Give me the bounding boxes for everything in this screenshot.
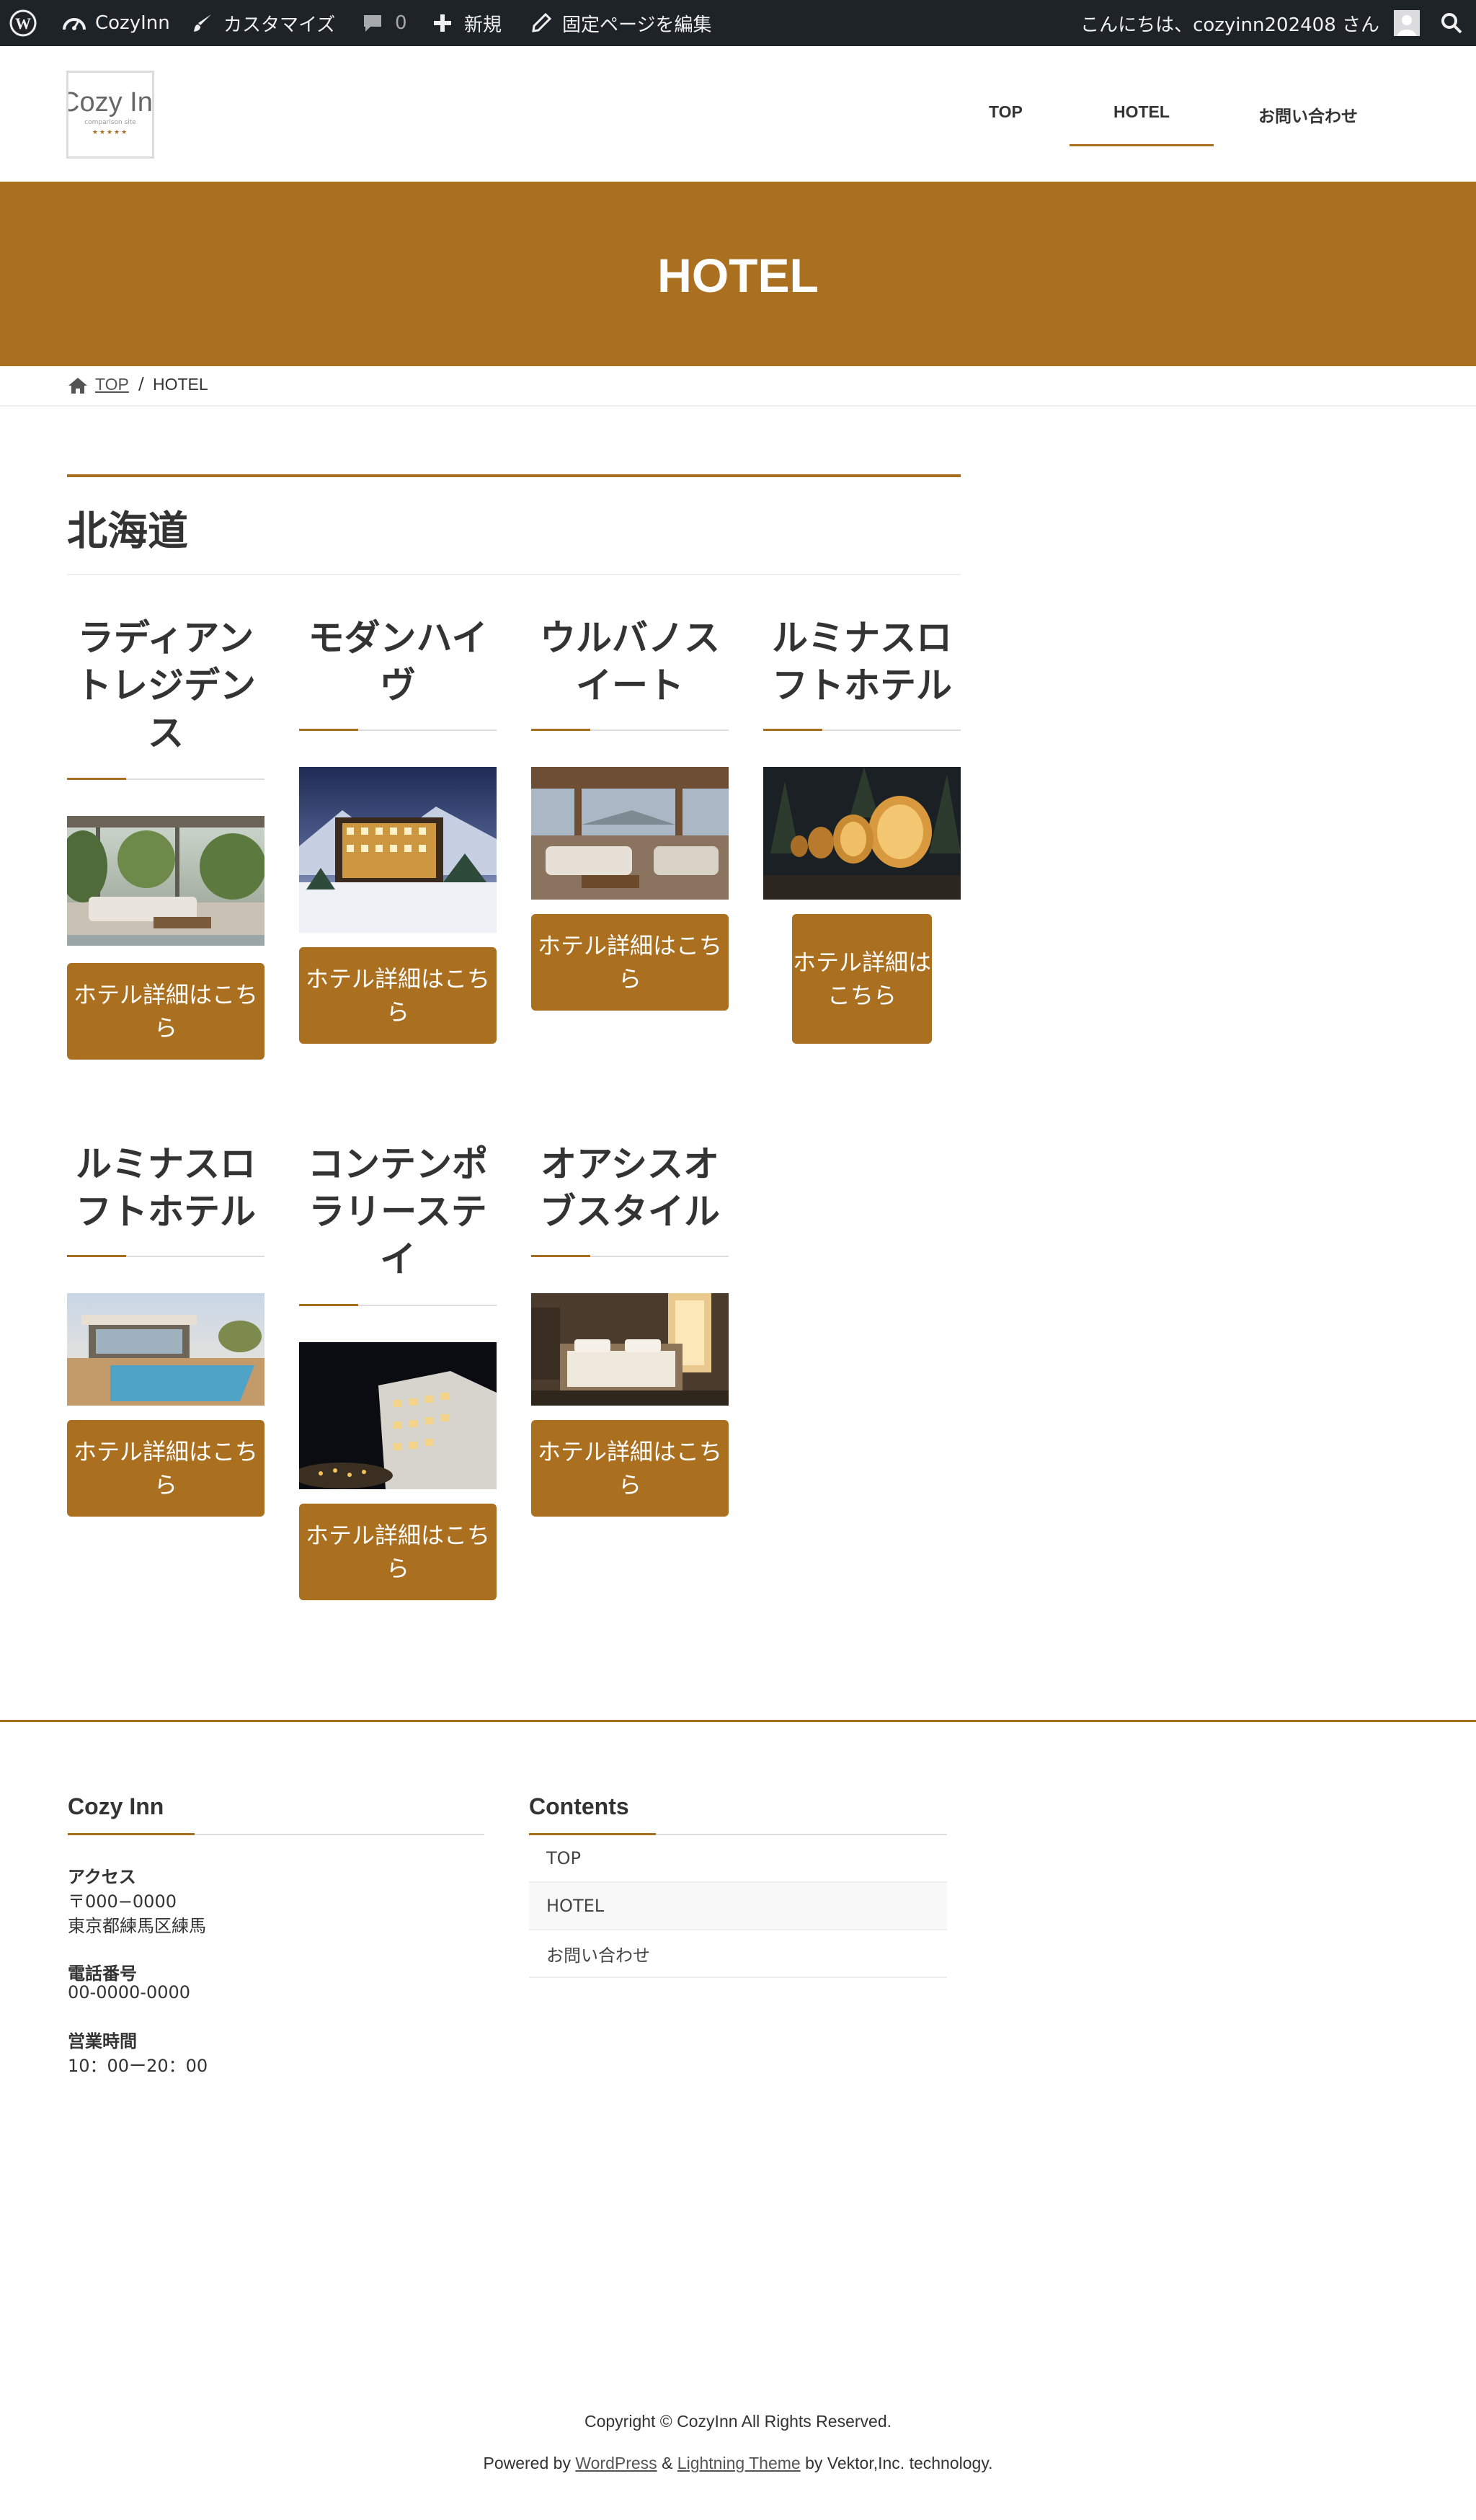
- account-greeting[interactable]: こんにちは、cozyinn202408 さん: [1080, 0, 1379, 46]
- footer-menu-item-contact[interactable]: お問い合わせ: [529, 1930, 947, 1978]
- dashboard-icon: [63, 18, 86, 30]
- customize-label: カスタマイズ: [223, 14, 336, 36]
- powered-amp: &: [662, 2454, 673, 2472]
- powered-by: Powered by WordPress & Lightning Theme b…: [0, 2454, 1476, 2473]
- svg-text:W: W: [15, 14, 31, 32]
- hotel-title-accent: [299, 1304, 358, 1306]
- hotel-image: [299, 1342, 497, 1489]
- hotel-image: [763, 767, 961, 900]
- breadcrumb-separator: /: [138, 375, 144, 394]
- page-title: HOTEL: [657, 249, 819, 302]
- section-title: 北海道: [67, 508, 188, 555]
- hotel-title-accent: [67, 1255, 126, 1257]
- logo-text: Cozy Inn: [68, 87, 153, 117]
- hotel-detail-button[interactable]: ホテル詳細はこちら: [531, 1420, 729, 1517]
- new-content-label: 新規: [464, 14, 502, 36]
- hotel-name: ルミナスロフトホテル: [772, 617, 952, 706]
- site-name-label: CozyInn: [95, 12, 170, 34]
- section-top-border: [67, 474, 961, 477]
- hotel-image: [67, 1293, 264, 1406]
- hotel-title-accent: [67, 778, 126, 780]
- site-header: [0, 46, 1476, 182]
- business-hours: 10：00ー20：00: [68, 2056, 208, 2076]
- hotel-name: ルミナスロフトホテル: [76, 1143, 256, 1233]
- comment-icon: [364, 15, 381, 32]
- hotel-title-accent: [763, 729, 822, 731]
- greeting-label: こんにちは、cozyinn202408 さん: [1080, 14, 1379, 36]
- hotel-detail-button[interactable]: ホテル詳細はこちら: [67, 1420, 264, 1517]
- hotel-name: ラディアントレジデンス: [76, 617, 256, 754]
- site-name-link[interactable]: CozyInn: [62, 0, 170, 46]
- powered-prefix: Powered by: [483, 2454, 571, 2472]
- home-icon: [68, 378, 87, 394]
- copyright: Copyright © CozyInn All Rights Reserved.: [584, 2412, 892, 2431]
- hotel-image: [531, 767, 729, 900]
- brush-icon: [194, 14, 211, 32]
- powered-suffix: by Vektor,Inc. technology.: [805, 2454, 993, 2472]
- footer-top-border: [0, 1720, 1476, 1722]
- hotel-detail-button[interactable]: ホテル詳細はこちら: [531, 914, 729, 1011]
- nav-item-top[interactable]: TOP: [989, 102, 1023, 122]
- plus-icon: [434, 14, 451, 32]
- pencil-icon: [532, 12, 552, 32]
- comments-link[interactable]: 0: [362, 0, 407, 46]
- nav-item-contact[interactable]: お問い合わせ: [1258, 102, 1358, 127]
- avatar[interactable]: [1394, 0, 1420, 46]
- nav-item-hotel[interactable]: HOTEL: [1113, 102, 1170, 122]
- footer-menu-item-hotel[interactable]: HOTEL: [529, 1883, 947, 1930]
- breadcrumb-current: HOTEL: [153, 375, 208, 394]
- hours-label: 営業時間: [68, 2031, 137, 2051]
- phone-number: 00-0000-0000: [68, 1982, 191, 2002]
- breadcrumb-home-link[interactable]: TOP: [95, 375, 129, 394]
- postal-code: 〒000−0000: [68, 1891, 177, 1912]
- edit-page-label: 固定ページを編集: [562, 14, 712, 36]
- page-header-banner: HOTEL: [0, 182, 1476, 366]
- new-content-link[interactable]: 新規: [432, 0, 502, 46]
- logo-stars: ★★★★★: [92, 129, 129, 136]
- hotel-detail-button[interactable]: ホテル詳細はこちら: [67, 963, 264, 1060]
- logo-subtext: comparison site: [84, 119, 136, 126]
- wordpress-link[interactable]: WordPress: [575, 2454, 657, 2472]
- access-label: アクセス: [68, 1867, 136, 1887]
- search-icon[interactable]: [1440, 0, 1463, 46]
- footer-info-title: Cozy Inn: [68, 1793, 164, 1819]
- edit-page-link[interactable]: 固定ページを編集: [530, 0, 711, 46]
- footer-contents-title: Contents: [529, 1793, 629, 1819]
- hotel-image: [299, 767, 497, 933]
- hotel-name: ウルバノスイート: [540, 617, 720, 706]
- footer-info-accent: [68, 1833, 195, 1835]
- footer-menu-item-top[interactable]: TOP: [529, 1835, 947, 1883]
- comments-count: 0: [395, 12, 407, 34]
- theme-link[interactable]: Lightning Theme: [677, 2454, 801, 2472]
- hotel-detail-button[interactable]: ホテル詳細はこちら: [299, 947, 497, 1044]
- hotel-detail-button[interactable]: ホテル詳細はこちら: [792, 914, 932, 1044]
- address: 東京都練馬区練馬: [68, 1916, 206, 1936]
- wordpress-logo-icon[interactable]: W: [9, 0, 37, 46]
- hotel-image: [67, 816, 264, 946]
- hotel-image: [531, 1293, 729, 1406]
- hotel-title-accent: [299, 729, 358, 731]
- hotel-name: オアシスオブスタイル: [540, 1143, 720, 1233]
- hotel-name: コンテンポラリーステイ: [308, 1143, 488, 1280]
- hotel-title-accent: [531, 729, 590, 731]
- phone-label: 電話番号: [68, 1964, 137, 1984]
- hotel-name: モダンハイヴ: [308, 617, 488, 706]
- customize-link[interactable]: カスタマイズ: [192, 0, 335, 46]
- section-bottom-border: [67, 574, 961, 575]
- admin-bar: W CozyInn カスタマイズ 0 新規 固定ページを編集 こんにちは、coz…: [0, 0, 1476, 46]
- hotel-title-accent: [531, 1255, 590, 1257]
- hotel-detail-button[interactable]: ホテル詳細はこちら: [299, 1504, 497, 1600]
- avatar-icon: [1394, 10, 1420, 36]
- breadcrumb: TOP / HOTEL: [0, 366, 1476, 407]
- site-logo[interactable]: Cozy Inn comparison site ★★★★★: [66, 71, 154, 159]
- nav-active-indicator: [1070, 144, 1214, 146]
